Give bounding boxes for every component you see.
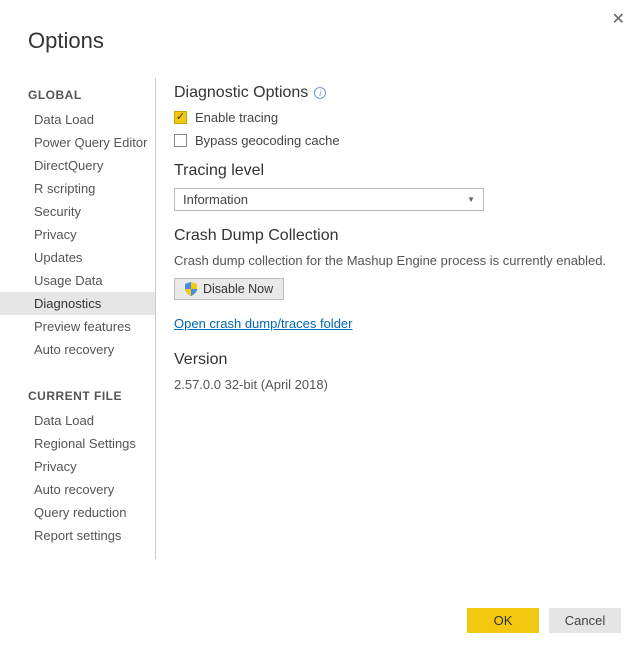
bypass-geocoding-label: Bypass geocoding cache	[195, 133, 340, 148]
chevron-down-icon: ▼	[467, 195, 475, 204]
sidebar-section-global: GLOBAL	[0, 78, 155, 108]
tracing-level-select[interactable]: Information ▼	[174, 188, 484, 211]
page-title: Options	[0, 0, 639, 78]
sidebar-item-r-scripting[interactable]: R scripting	[0, 177, 155, 200]
sidebar-item-power-query-editor[interactable]: Power Query Editor	[0, 131, 155, 154]
shield-icon	[185, 282, 197, 296]
version-heading: Version	[174, 351, 227, 369]
sidebar-item-updates[interactable]: Updates	[0, 246, 155, 269]
enable-tracing-checkbox[interactable]: ✓	[174, 111, 187, 124]
diagnostic-options-heading: Diagnostic Options	[174, 84, 308, 102]
crash-dump-heading: Crash Dump Collection	[174, 227, 339, 245]
sidebar-section-current-file: CURRENT FILE	[0, 361, 155, 409]
sidebar-item-data-load[interactable]: Data Load	[0, 409, 155, 432]
sidebar-item-security[interactable]: Security	[0, 200, 155, 223]
info-icon[interactable]: i	[314, 87, 326, 99]
sidebar-item-privacy[interactable]: Privacy	[0, 223, 155, 246]
disable-now-label: Disable Now	[203, 282, 273, 296]
version-value: 2.57.0.0 32-bit (April 2018)	[174, 377, 619, 392]
enable-tracing-label: Enable tracing	[195, 110, 278, 125]
sidebar-item-auto-recovery[interactable]: Auto recovery	[0, 338, 155, 361]
sidebar: GLOBAL Data LoadPower Query EditorDirect…	[0, 78, 156, 559]
ok-button[interactable]: OK	[467, 608, 539, 633]
tracing-level-heading: Tracing level	[174, 162, 264, 180]
sidebar-item-data-load[interactable]: Data Load	[0, 108, 155, 131]
content-panel: Diagnostic Options i ✓ Enable tracing By…	[156, 78, 639, 559]
sidebar-item-usage-data[interactable]: Usage Data	[0, 269, 155, 292]
sidebar-item-query-reduction[interactable]: Query reduction	[0, 501, 155, 524]
sidebar-item-auto-recovery[interactable]: Auto recovery	[0, 478, 155, 501]
disable-now-button[interactable]: Disable Now	[174, 278, 284, 300]
sidebar-item-report-settings[interactable]: Report settings	[0, 524, 155, 547]
sidebar-item-diagnostics[interactable]: Diagnostics	[0, 292, 155, 315]
sidebar-item-privacy[interactable]: Privacy	[0, 455, 155, 478]
bypass-geocoding-checkbox[interactable]	[174, 134, 187, 147]
sidebar-item-preview-features[interactable]: Preview features	[0, 315, 155, 338]
open-crash-dump-folder-link[interactable]: Open crash dump/traces folder	[174, 316, 352, 331]
tracing-level-value: Information	[183, 192, 248, 207]
sidebar-item-directquery[interactable]: DirectQuery	[0, 154, 155, 177]
crash-dump-description: Crash dump collection for the Mashup Eng…	[174, 253, 619, 268]
cancel-button[interactable]: Cancel	[549, 608, 621, 633]
sidebar-item-regional-settings[interactable]: Regional Settings	[0, 432, 155, 455]
close-icon[interactable]: ✕	[612, 12, 625, 28]
